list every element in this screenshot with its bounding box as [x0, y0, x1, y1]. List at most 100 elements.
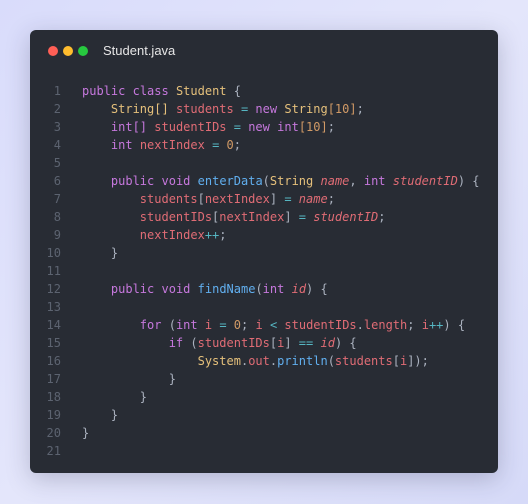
token-number: [10] [327, 102, 357, 116]
token-type: int [277, 120, 299, 134]
token-field: students [334, 354, 393, 368]
token-type: String [284, 102, 328, 116]
token-punct: ] [284, 336, 292, 350]
token-type: int [363, 174, 386, 188]
line-number: 10 [46, 246, 61, 260]
token-punct: ) [457, 174, 466, 188]
close-window-icon[interactable] [48, 46, 58, 56]
token-punct: } [110, 246, 119, 260]
token-type: String[] [110, 102, 169, 116]
token-punct: ] [269, 192, 278, 206]
file-title: Student.java [103, 43, 176, 58]
code-line-2: 2 String[] students = new String[10]; [30, 100, 498, 118]
token-punct: ) [334, 336, 343, 350]
token-keyword: public [110, 282, 155, 296]
token-keyword: new [255, 102, 278, 116]
token-method: println [277, 354, 328, 368]
token-keyword: new [248, 120, 270, 134]
token-field: students [139, 192, 198, 206]
token-operator: = [212, 318, 234, 332]
token-keyword: void [161, 174, 191, 188]
token-operator: = [204, 138, 227, 152]
token-punct: ( [327, 354, 335, 368]
token-param: id [320, 336, 335, 350]
token-number: 0 [233, 318, 242, 332]
token-class-name: Student [175, 84, 227, 98]
line-number: 11 [46, 264, 61, 278]
token-punct: ) [414, 354, 422, 368]
token-operator: < [262, 318, 285, 332]
editor-window: Student.java 1 public class Student { 2 S… [30, 30, 498, 473]
token-keyword: if [168, 336, 184, 350]
line-number: 13 [46, 300, 61, 314]
token-punct: { [349, 336, 357, 350]
token-punct: } [110, 408, 119, 422]
token-punct: } [139, 390, 148, 404]
code-line-15: 15 if (studentIDs[i] == id) { [30, 334, 498, 352]
line-number: 14 [46, 318, 61, 332]
token-punct: { [320, 282, 328, 296]
line-number: 4 [53, 138, 61, 152]
token-keyword: void [161, 282, 191, 296]
code-line-18: 18 } [30, 388, 498, 406]
token-param: id [291, 282, 307, 296]
code-line-20: 20} [30, 424, 498, 442]
token-field: studentIDs [197, 336, 270, 350]
token-operator: = [226, 120, 249, 134]
token-punct: ; [421, 354, 429, 368]
token-param: studentID [313, 210, 379, 224]
minimize-window-icon[interactable] [63, 46, 73, 56]
line-number: 9 [53, 228, 61, 242]
code-line-14: 14 for (int i = 0; i < studentIDs.length… [30, 316, 498, 334]
token-method: findName [197, 282, 256, 296]
token-punct: ( [190, 336, 198, 350]
code-line-9: 9 nextIndex++; [30, 226, 498, 244]
code-line-7: 7 students[nextIndex] = name; [30, 190, 498, 208]
line-number: 19 [46, 408, 61, 422]
token-field: nextIndex [204, 192, 270, 206]
line-number: 8 [53, 210, 61, 224]
title-bar: Student.java [30, 30, 498, 72]
token-param: studentID [392, 174, 458, 188]
token-operator: ++ [204, 228, 220, 242]
token-punct: ; [356, 102, 364, 116]
token-operator: == [291, 336, 321, 350]
code-block: 1 public class Student { 2 String[] stude… [30, 82, 498, 460]
token-field: studentIDs [154, 120, 227, 134]
token-punct: { [233, 84, 241, 98]
token-punct: { [457, 318, 466, 332]
line-number: 21 [46, 444, 61, 458]
token-param: name [320, 174, 350, 188]
token-punct: [ [197, 192, 205, 206]
token-class-name: System [197, 354, 241, 368]
token-field: students [175, 102, 234, 116]
maximize-window-icon[interactable] [78, 46, 88, 56]
token-operator: = [291, 210, 314, 224]
token-keyword: public [110, 174, 155, 188]
token-type: int [175, 318, 198, 332]
token-operator: = [277, 192, 299, 206]
token-variable: i [255, 318, 263, 332]
token-punct: ; [233, 138, 242, 152]
token-punct: ; [327, 120, 335, 134]
token-punct: ; [241, 318, 256, 332]
token-type: String [269, 174, 314, 188]
token-punct: ( [262, 174, 270, 188]
line-number: 5 [53, 156, 61, 170]
line-number: 1 [53, 84, 61, 98]
code-line-11: 11 [30, 262, 498, 280]
code-line-3: 3 int[] studentIDs = new int[10]; [30, 118, 498, 136]
token-method: enterData [197, 174, 263, 188]
token-type: int [262, 282, 285, 296]
token-number: 0 [226, 138, 234, 152]
code-line-10: 10 } [30, 244, 498, 262]
token-punct: } [82, 426, 90, 440]
line-number: 16 [46, 354, 61, 368]
line-number: 12 [46, 282, 61, 296]
token-param: name [298, 192, 328, 206]
token-operator: ++ [428, 318, 444, 332]
token-punct: ( [168, 318, 176, 332]
token-punct: ; [407, 318, 422, 332]
code-line-13: 13 [30, 298, 498, 316]
token-type: int [110, 138, 133, 152]
